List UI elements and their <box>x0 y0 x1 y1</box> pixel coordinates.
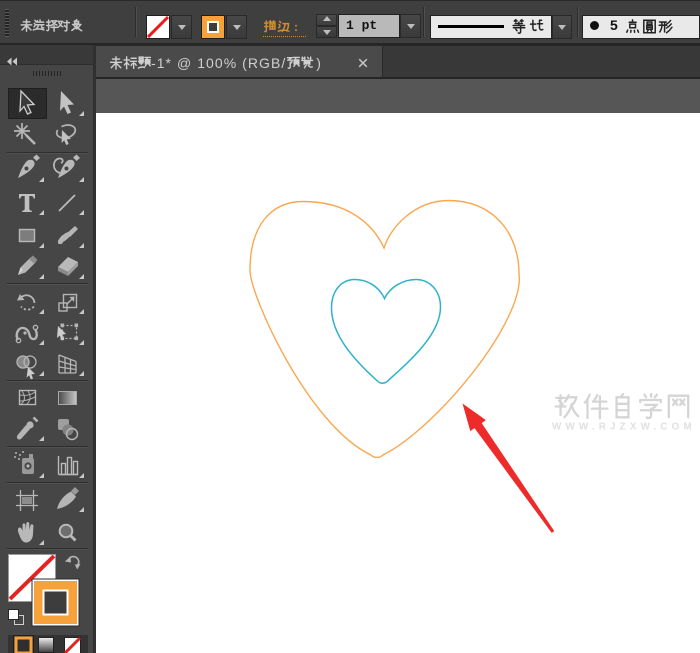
svg-text:WWW.RJZXW.COM: WWW.RJZXW.COM <box>552 422 696 433</box>
